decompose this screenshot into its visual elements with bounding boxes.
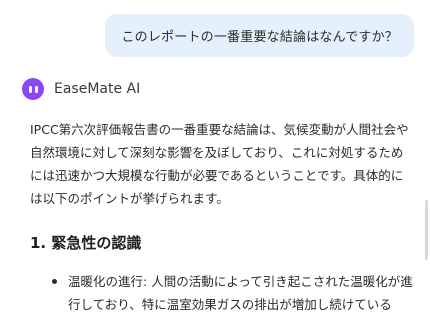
user-message-bubble: このレポートの一番重要な結論はなんですか？	[105, 14, 414, 57]
assistant-name: EaseMate AI	[54, 81, 141, 97]
bullet-label: 温暖化の進行:	[68, 274, 148, 289]
chat-view: このレポートの一番重要な結論はなんですか？ EaseMate AI IPCC第六…	[0, 0, 430, 315]
list-item: 温暖化の進行: 人間の活動によって引き起こされた温暖化が進行しており、特に温室効…	[48, 270, 413, 315]
scrollbar[interactable]	[425, 200, 428, 260]
assistant-answer: IPCC第六次評価報告書の一番重要な結論は、気候変動が人間社会や自然環境に対して…	[30, 118, 410, 210]
logo-eye-left	[28, 85, 32, 93]
assistant-header: EaseMate AI	[22, 78, 140, 100]
bullet-list: 温暖化の進行: 人間の活動によって引き起こされた温暖化が進行しており、特に温室効…	[48, 270, 413, 315]
easemate-logo-icon	[22, 78, 44, 100]
user-message-text: このレポートの一番重要な結論はなんですか？	[121, 30, 398, 45]
section-heading: 1. 緊急性の認識	[30, 234, 142, 252]
answer-paragraph: IPCC第六次評価報告書の一番重要な結論は、気候変動が人間社会や自然環境に対して…	[30, 122, 409, 206]
logo-eye-right	[34, 85, 38, 93]
bullet-dot-icon	[52, 279, 57, 284]
